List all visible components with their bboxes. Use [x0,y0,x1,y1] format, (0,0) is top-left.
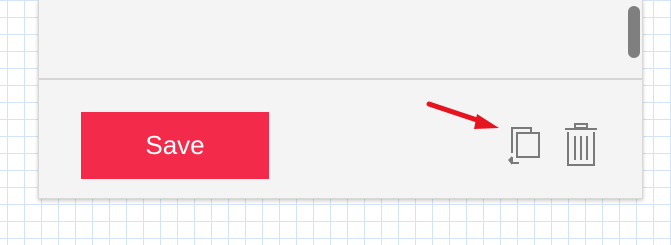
red-arrow-icon [426,101,499,129]
save-button[interactable]: Save [81,112,269,179]
duplicate-icon[interactable] [499,125,543,169]
panel-content-area [39,0,642,78]
editor-panel: Save [38,0,643,199]
trash-icon[interactable] [563,122,599,168]
scrollbar-thumb[interactable] [628,6,640,58]
footer-divider [39,78,642,80]
